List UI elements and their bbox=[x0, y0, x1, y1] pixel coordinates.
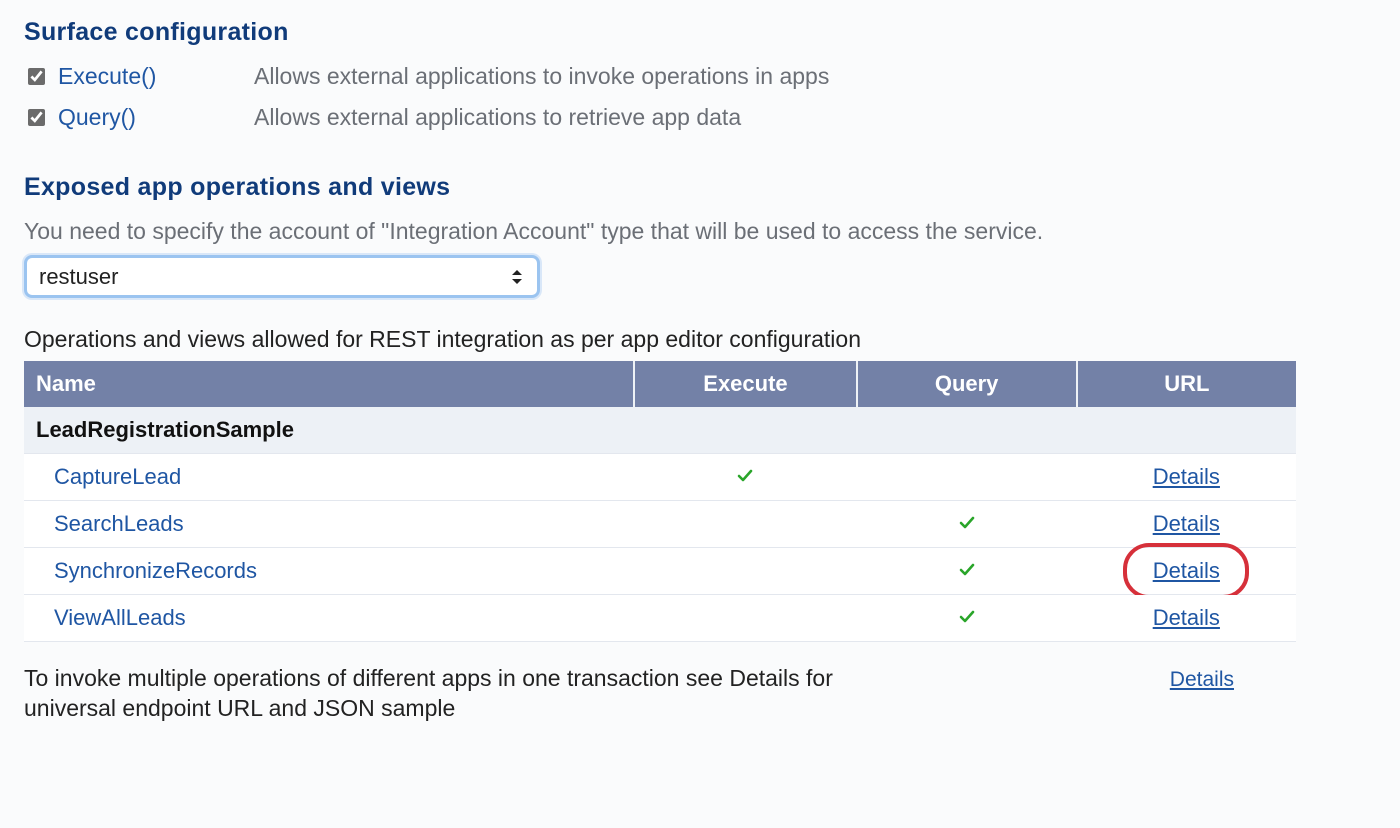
table-header-row: Name Execute Query URL bbox=[24, 361, 1296, 407]
col-name-header: Name bbox=[24, 361, 634, 407]
table-row: CaptureLead Details bbox=[24, 454, 1296, 501]
operation-link[interactable]: CaptureLead bbox=[54, 464, 181, 489]
surface-configuration-heading: Surface configuration bbox=[24, 18, 1326, 47]
check-icon bbox=[959, 562, 975, 578]
operation-link[interactable]: SearchLeads bbox=[54, 511, 184, 536]
operation-link[interactable]: SynchronizeRecords bbox=[54, 558, 257, 583]
query-description: Allows external applications to retrieve… bbox=[254, 104, 1326, 131]
surface-item-execute: Execute() bbox=[24, 63, 254, 90]
check-icon bbox=[737, 468, 753, 484]
details-link[interactable]: Details bbox=[1153, 511, 1220, 536]
table-group-row: LeadRegistrationSample bbox=[24, 407, 1296, 454]
execute-description: Allows external applications to invoke o… bbox=[254, 63, 1326, 90]
check-icon bbox=[959, 609, 975, 625]
execute-checkbox[interactable] bbox=[28, 68, 45, 85]
query-checkbox[interactable] bbox=[28, 109, 45, 126]
integration-account-select[interactable]: restuser bbox=[27, 258, 537, 295]
exposed-operations-heading: Exposed app operations and views bbox=[24, 173, 1326, 202]
details-link[interactable]: Details bbox=[1153, 605, 1220, 630]
universal-endpoint-details-link[interactable]: Details bbox=[1170, 668, 1234, 691]
table-row: SearchLeads Details bbox=[24, 501, 1296, 548]
operations-table-caption: Operations and views allowed for REST in… bbox=[24, 326, 1326, 353]
operations-table: Name Execute Query URL LeadRegistrationS… bbox=[24, 361, 1296, 642]
surface-item-query: Query() bbox=[24, 104, 254, 131]
operation-link[interactable]: ViewAllLeads bbox=[54, 605, 186, 630]
surface-items: Execute() Allows external applications t… bbox=[24, 63, 1326, 131]
footer-row: To invoke multiple operations of differe… bbox=[24, 664, 1296, 724]
footer-hint-text: To invoke multiple operations of differe… bbox=[24, 664, 844, 724]
col-query-header: Query bbox=[857, 361, 1077, 407]
table-row: ViewAllLeads Details bbox=[24, 595, 1296, 642]
execute-label: Execute() bbox=[58, 63, 156, 90]
table-row: SynchronizeRecords Details bbox=[24, 548, 1296, 595]
query-label: Query() bbox=[58, 104, 136, 131]
integration-account-select-wrap: restuser bbox=[24, 255, 540, 298]
details-link[interactable]: Details bbox=[1153, 558, 1220, 583]
group-name: LeadRegistrationSample bbox=[24, 407, 1296, 454]
col-execute-header: Execute bbox=[634, 361, 856, 407]
col-url-header: URL bbox=[1077, 361, 1296, 407]
check-icon bbox=[959, 515, 975, 531]
details-link[interactable]: Details bbox=[1153, 464, 1220, 489]
integration-account-helper: You need to specify the account of "Inte… bbox=[24, 218, 1326, 245]
